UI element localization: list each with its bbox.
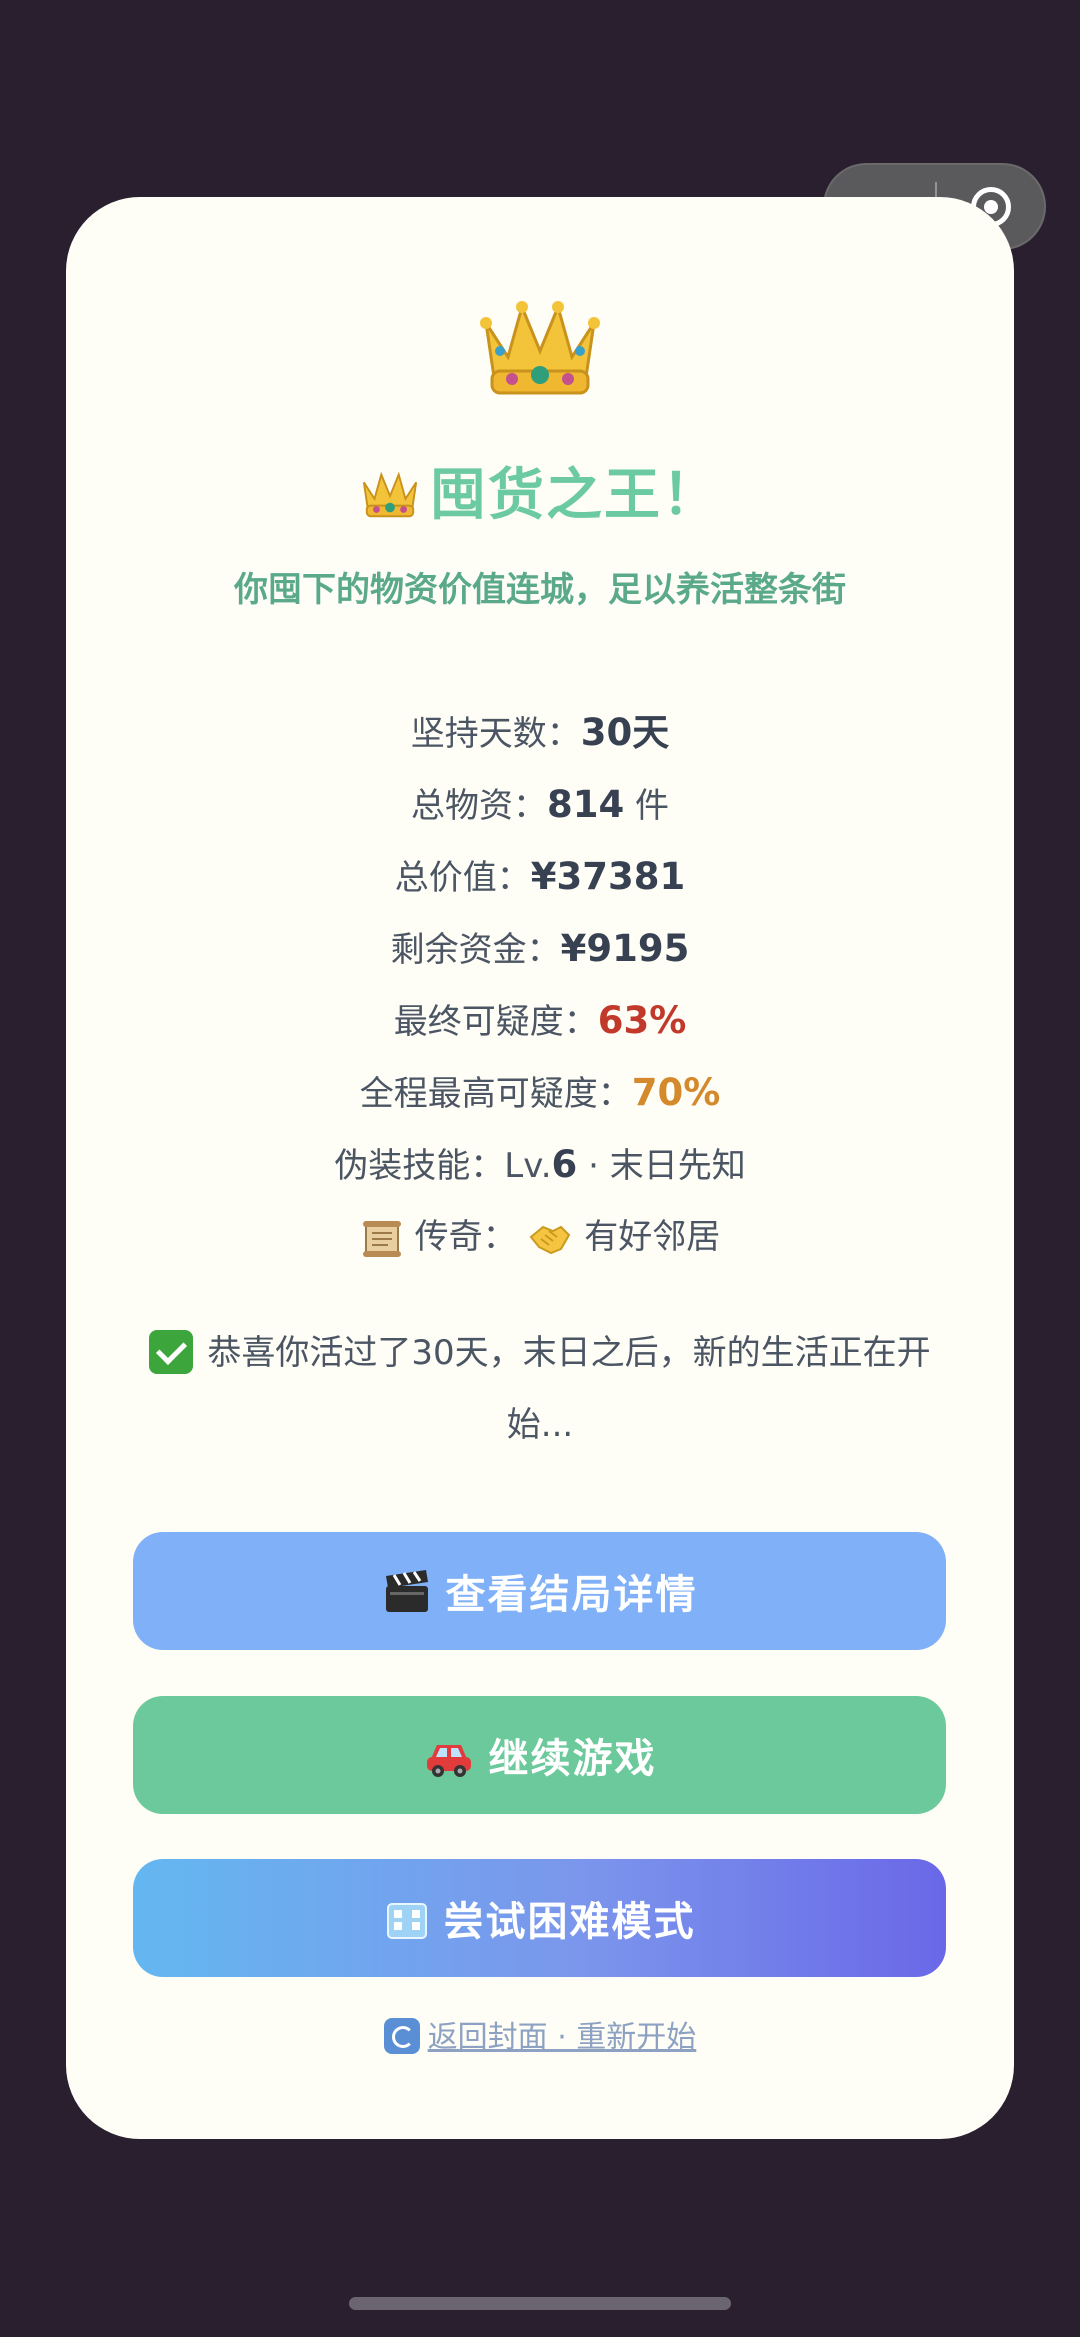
button-label: 继续游戏 — [488, 1736, 657, 1782]
skill-title: · 末日先知 — [577, 1146, 746, 1186]
stat-unit: 件 — [624, 786, 670, 826]
scroll-icon — [360, 1217, 415, 1257]
home-indicator[interactable] — [349, 2297, 731, 2310]
result-card: 囤货之王！ 你囤下的物资价值连城，足以养活整条街 坚持天数：30天 总物资：81… — [66, 197, 1014, 2139]
stat-label: 全程最高可疑度： — [359, 1074, 632, 1114]
refresh-icon — [383, 2017, 420, 2054]
skill-level-prefix: Lv. — [504, 1146, 552, 1186]
stat-legend: 传奇： 有好邻居 — [66, 1201, 1014, 1273]
stat-disguise-skill: 伪装技能：Lv.6 · 末日先知 — [66, 1129, 1014, 1201]
stat-value: ¥9195 — [560, 927, 690, 970]
view-ending-details-button[interactable]: 查看结局详情 — [133, 1532, 946, 1650]
stat-value: 63% — [597, 999, 687, 1042]
link-label: 返回封面 · 重新开始 — [427, 2020, 697, 2055]
stat-label: 剩余资金： — [390, 930, 561, 970]
stat-label: 最终可疑度： — [393, 1002, 598, 1042]
stat-label: 总物资： — [410, 786, 547, 826]
stats-list: 坚持天数：30天 总物资：814 件 总价值：¥37381 剩余资金：¥9195… — [66, 697, 1014, 1273]
title-text: 囤货之王！ — [430, 463, 720, 528]
stat-value: ¥37381 — [530, 855, 686, 898]
clapper-board-icon — [382, 1567, 432, 1616]
skill-level-number: 6 — [551, 1143, 578, 1186]
building-icon — [384, 1895, 430, 1942]
back-to-cover-restart-link[interactable]: 返回封面 · 重新开始 — [66, 2012, 1014, 2057]
subtitle: 你囤下的物资价值连城，足以养活整条街 — [234, 570, 846, 610]
congratulations-message: 恭喜你活过了30天，末日之后，新的生活正在开始... — [136, 1317, 944, 1461]
check-mark-icon — [149, 1329, 194, 1374]
button-label: 尝试困难模式 — [443, 1899, 696, 1945]
stat-final-suspicion: 最终可疑度：63% — [66, 985, 1014, 1057]
stat-total-value: 总价值：¥37381 — [66, 841, 1014, 913]
crown-icon — [66, 295, 1014, 403]
handshake-icon — [527, 1217, 584, 1257]
stat-items: 总物资：814 件 — [66, 769, 1014, 841]
screen: 囤货之王！ 你囤下的物资价值连城，足以养活整条街 坚持天数：30天 总物资：81… — [0, 0, 1080, 2337]
stat-value: 70% — [631, 1071, 721, 1114]
stat-max-suspicion: 全程最高可疑度：70% — [66, 1057, 1014, 1129]
stat-label: 总价值： — [394, 858, 531, 898]
stat-label: 传奇： — [414, 1217, 517, 1257]
stat-remaining-funds: 剩余资金：¥9195 — [66, 913, 1014, 985]
button-label: 查看结局详情 — [445, 1572, 698, 1618]
stat-days: 坚持天数：30天 — [66, 697, 1014, 769]
try-hard-mode-button[interactable]: 尝试困难模式 — [133, 1859, 946, 1977]
page-title: 囤货之王！ — [66, 450, 1014, 531]
stat-label: 伪装技能： — [334, 1146, 505, 1186]
crown-icon — [360, 458, 420, 523]
congratulations-text: 恭喜你活过了30天，末日之后，新的生活正在开始... — [207, 1333, 931, 1445]
stat-value: 814 — [546, 783, 625, 826]
car-icon — [423, 1732, 475, 1779]
stat-value: 有好邻居 — [584, 1217, 721, 1257]
stat-label: 坚持天数： — [410, 714, 581, 754]
stat-value: 30天 — [580, 711, 670, 754]
continue-game-button[interactable]: 继续游戏 — [133, 1696, 946, 1814]
